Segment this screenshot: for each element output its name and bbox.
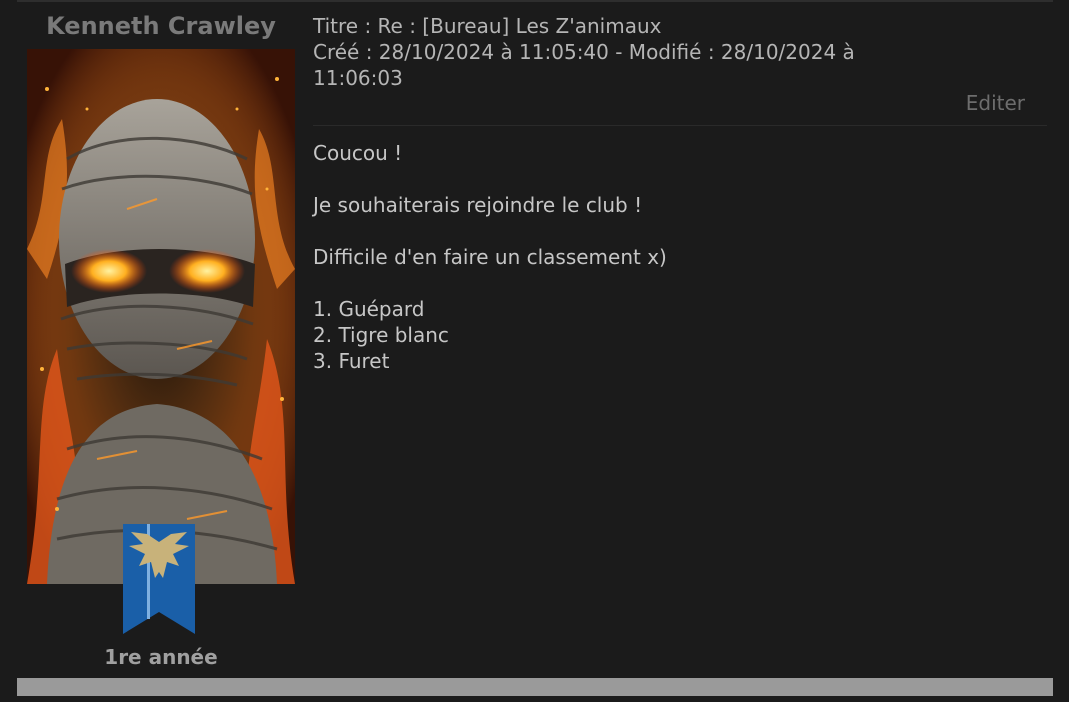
post-timestamps: Créé : 28/10/2024 à 11:05:40 - Modifié :…: [313, 40, 855, 64]
eagle-house-banner-icon: [119, 524, 199, 634]
list-item: 2. Tigre blanc: [313, 323, 449, 347]
author-panel: Kenneth Crawley 1re année: [17, 2, 305, 678]
post-content: Titre : Re : [Bureau] Les Z'animaux Créé…: [313, 2, 1053, 678]
post-paragraph: Difficile d'en faire un classement x): [313, 245, 667, 269]
mummy-avatar-icon: [27, 49, 295, 584]
post-footer-bar: [17, 678, 1053, 696]
post-body: Coucou ! Je souhaiterais rejoindre le cl…: [313, 140, 1033, 374]
list-item: 1. Guépard: [313, 297, 425, 321]
post-header: Titre : Re : [Bureau] Les Z'animaux Créé…: [313, 13, 1043, 91]
ranking-list: 1. Guépard 2. Tigre blanc 3. Furet: [313, 296, 1033, 374]
forum-post: Kenneth Crawley 1re année Titre: Re: […: [17, 2, 1053, 678]
post-title: Titre : Re : [Bureau] Les Z'animaux: [313, 14, 662, 38]
post-paragraph: Coucou !: [313, 141, 403, 165]
edit-button[interactable]: Editer: [966, 91, 1025, 115]
author-name[interactable]: Kenneth Crawley: [17, 12, 305, 40]
author-rank: 1re année: [104, 645, 218, 669]
post-paragraph: Je souhaiterais rejoindre le club !: [313, 193, 643, 217]
post-actions: Editer: [313, 91, 1047, 126]
post-timestamps-continued: 11:06:03: [313, 66, 403, 90]
list-item: 3. Furet: [313, 349, 390, 373]
